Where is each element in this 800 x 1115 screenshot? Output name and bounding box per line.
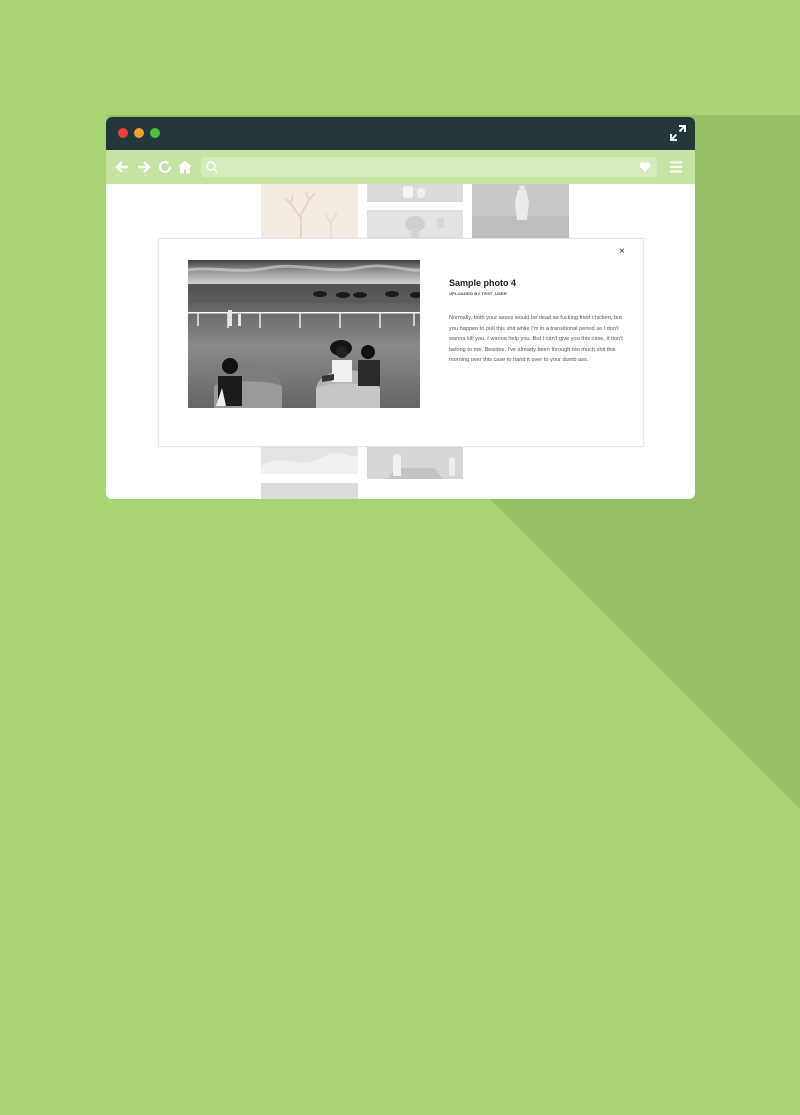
photo-modal: × Sample photo 4 UPLOADED BY TEST_USER N… [158, 238, 644, 447]
url-input[interactable] [219, 157, 637, 177]
title-bar [106, 117, 695, 150]
modal-close-button[interactable]: × [619, 246, 625, 257]
uploader-label: UPLOADED BY TEST_USER [449, 291, 507, 296]
gallery-thumbnail[interactable] [261, 446, 358, 474]
gallery-thumbnail[interactable] [367, 210, 463, 240]
heart-icon[interactable] [639, 161, 651, 173]
gallery-thumbnail[interactable] [367, 184, 463, 202]
reload-icon[interactable] [157, 159, 173, 175]
browser-window: × Sample photo 4 UPLOADED BY TEST_USER N… [106, 117, 695, 499]
back-arrow-icon[interactable] [114, 159, 130, 175]
menu-icon[interactable] [669, 160, 683, 174]
sample-photo-image [188, 260, 420, 408]
search-icon [206, 161, 219, 174]
photo-description: Normally, both your asses would be dead … [449, 315, 623, 363]
forward-arrow-icon[interactable] [136, 159, 152, 175]
address-bar[interactable] [201, 157, 657, 177]
zoom-window-button[interactable] [150, 128, 160, 138]
expand-icon[interactable] [670, 125, 686, 141]
close-window-button[interactable] [118, 128, 128, 138]
photo-title: Sample photo 4 [449, 278, 517, 288]
browser-toolbar [106, 150, 695, 184]
gallery-thumbnail[interactable] [367, 446, 463, 479]
gallery-thumbnail[interactable] [261, 184, 358, 239]
minimize-window-button[interactable] [134, 128, 144, 138]
gallery-thumbnail[interactable] [472, 184, 569, 239]
home-icon[interactable] [177, 159, 193, 175]
gallery-thumbnail[interactable] [261, 483, 358, 499]
